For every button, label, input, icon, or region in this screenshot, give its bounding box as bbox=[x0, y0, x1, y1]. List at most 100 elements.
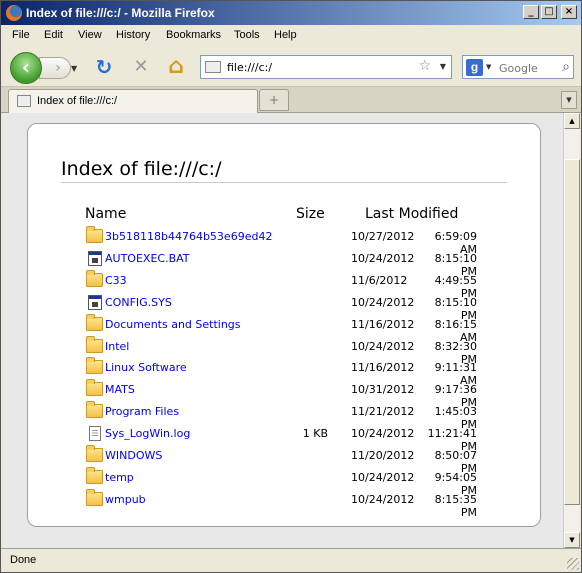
search-engine-dropdown-icon[interactable]: ▼ bbox=[486, 63, 491, 71]
system-file-icon bbox=[88, 250, 102, 266]
file-date: 11/20/2012 bbox=[351, 449, 415, 462]
column-header-last-modified[interactable]: Last Modified bbox=[365, 206, 458, 222]
file-date: 10/24/2012 bbox=[351, 295, 415, 309]
menu-bookmarks[interactable]: Bookmarks bbox=[166, 29, 221, 41]
tab-label: Index of file:///c:/ bbox=[37, 95, 118, 107]
file-row: Sys_LogWin.log 1 KB 10/24/2012 11:21:41 PM bbox=[28, 425, 542, 453]
file-row: Intel 10/24/2012 8:32:30 PM bbox=[28, 335, 542, 366]
file-row: AUTOEXEC.BAT 10/24/2012 8:15:10 PM bbox=[28, 250, 542, 278]
file-date: 10/24/2012 bbox=[351, 251, 415, 265]
column-header-name[interactable]: Name bbox=[85, 206, 126, 222]
file-date: 10/24/2012 bbox=[351, 339, 415, 353]
new-tab-button[interactable]: + bbox=[259, 89, 289, 111]
menu-view[interactable]: View bbox=[78, 29, 102, 41]
window-title: Index of file:///c:/ - Mozilla Firefox bbox=[26, 6, 215, 20]
history-dropdown-icon[interactable]: ▼ bbox=[71, 64, 77, 73]
file-link[interactable]: Program Files bbox=[105, 405, 179, 418]
folder-icon bbox=[86, 379, 103, 397]
file-row: temp 10/24/2012 9:54:05 PM bbox=[28, 466, 542, 497]
url-input[interactable] bbox=[227, 59, 407, 75]
content-area: Index of file:///c:/ Name Size Last Modi… bbox=[4, 113, 563, 548]
home-icon[interactable]: ⌂ bbox=[164, 55, 188, 79]
file-date: 10/27/2012 bbox=[351, 230, 415, 243]
file-row: Linux Software 11/16/2012 9:11:31 AM bbox=[28, 357, 542, 387]
bookmark-star-icon[interactable]: ☆ bbox=[418, 58, 431, 74]
file-date: 11/16/2012 bbox=[351, 361, 415, 375]
reload-icon[interactable]: ↻ bbox=[92, 55, 116, 79]
search-bar[interactable]: g ▼ ⌕ bbox=[462, 55, 574, 79]
url-dropdown-icon[interactable]: ▼ bbox=[440, 62, 446, 71]
system-file-icon bbox=[88, 294, 102, 310]
search-input[interactable] bbox=[499, 60, 555, 76]
back-button[interactable]: ‹ bbox=[10, 52, 42, 84]
file-date: 10/24/2012 bbox=[351, 470, 415, 484]
navigation-toolbar: › ‹ ▼ ↻ ✕ ⌂ ☆ ▼ g ▼ ⌕ bbox=[1, 45, 581, 87]
scroll-thumb[interactable] bbox=[564, 159, 580, 505]
file-row: MATS 10/31/2012 9:17:36 PM bbox=[28, 379, 542, 409]
url-bar[interactable]: ☆ ▼ bbox=[200, 55, 452, 79]
file-link[interactable]: 3b518118b44764b53e69ed42 bbox=[105, 230, 272, 243]
maximize-button[interactable]: □ bbox=[541, 5, 557, 19]
file-date: 11/16/2012 bbox=[351, 317, 415, 331]
menu-help[interactable]: Help bbox=[274, 29, 297, 41]
file-row: Program Files 11/21/2012 1:45:03 PM bbox=[28, 401, 542, 431]
file-date: 11/6/2012 bbox=[351, 273, 408, 287]
plus-icon: + bbox=[268, 93, 280, 107]
file-link[interactable]: WINDOWS bbox=[105, 449, 162, 462]
scroll-up-arrow[interactable]: ▲ bbox=[564, 113, 580, 129]
text-file-icon bbox=[89, 426, 101, 442]
browser-window: Index of file:///c:/ - Mozilla Firefox _… bbox=[0, 0, 582, 573]
search-icon[interactable]: ⌕ bbox=[562, 59, 570, 75]
file-link[interactable]: wmpub bbox=[105, 493, 146, 506]
back-arrow-icon: ‹ bbox=[21, 55, 31, 79]
directory-listing: Index of file:///c:/ Name Size Last Modi… bbox=[27, 123, 541, 527]
file-link[interactable]: CONFIG.SYS bbox=[105, 296, 172, 309]
file-link[interactable]: C33 bbox=[105, 274, 127, 287]
file-link[interactable]: Documents and Settings bbox=[105, 318, 241, 331]
column-header-size[interactable]: Size bbox=[296, 206, 325, 222]
file-size: 1 KB bbox=[302, 427, 328, 441]
tab-bar: Index of file:///c:/ + ▼ bbox=[1, 87, 581, 113]
forward-button[interactable]: › bbox=[39, 57, 71, 79]
file-link[interactable]: temp bbox=[105, 471, 134, 484]
file-link[interactable]: MATS bbox=[105, 383, 135, 396]
folder-icon bbox=[86, 401, 103, 419]
menu-edit[interactable]: Edit bbox=[44, 29, 63, 41]
close-button[interactable]: × bbox=[561, 5, 577, 19]
file-row: wmpub 10/24/2012 8:15:35 PM bbox=[28, 488, 542, 519]
menu-history[interactable]: History bbox=[116, 29, 150, 41]
file-row: CONFIG.SYS 10/24/2012 8:15:10 PM bbox=[28, 294, 542, 322]
vertical-scrollbar[interactable]: ▲ ▼ bbox=[563, 113, 580, 548]
file-row: C33 11/6/2012 4:49:55 PM bbox=[28, 269, 542, 300]
page-icon bbox=[205, 61, 221, 73]
file-date: 10/24/2012 bbox=[351, 492, 415, 506]
folder-icon bbox=[86, 335, 103, 353]
file-link[interactable]: Linux Software bbox=[105, 361, 187, 374]
tab-index-of-c[interactable]: Index of file:///c:/ bbox=[8, 89, 258, 113]
file-link[interactable]: Intel bbox=[105, 340, 129, 353]
folder-icon bbox=[86, 445, 103, 462]
minimize-button[interactable]: _ bbox=[523, 5, 539, 19]
status-text: Done bbox=[10, 554, 37, 566]
search-engine-icon[interactable]: g bbox=[466, 59, 483, 76]
firefox-icon bbox=[6, 5, 22, 21]
resize-grip[interactable] bbox=[567, 558, 579, 570]
folder-icon bbox=[86, 488, 103, 506]
forward-arrow-icon: › bbox=[55, 60, 61, 76]
file-row: 3b518118b44764b53e69ed42 10/27/2012 6:59:0… bbox=[28, 226, 542, 256]
menu-file[interactable]: File bbox=[12, 29, 30, 41]
list-all-tabs-button[interactable]: ▼ bbox=[561, 91, 577, 109]
file-link[interactable]: Sys_LogWin.log bbox=[105, 427, 190, 440]
menu-tools[interactable]: Tools bbox=[234, 29, 260, 41]
file-link[interactable]: AUTOEXEC.BAT bbox=[105, 252, 190, 265]
folder-icon bbox=[86, 357, 103, 375]
file-date: 11/21/2012 bbox=[351, 405, 415, 419]
file-time: 8:15:35 PM bbox=[434, 492, 477, 519]
scroll-down-arrow[interactable]: ▼ bbox=[564, 532, 580, 548]
status-bar: Done bbox=[1, 548, 581, 572]
page-title: Index of file:///c:/ bbox=[61, 158, 507, 183]
page-icon bbox=[17, 95, 31, 107]
title-bar[interactable]: Index of file:///c:/ - Mozilla Firefox _… bbox=[1, 1, 581, 25]
stop-icon[interactable]: ✕ bbox=[129, 55, 153, 79]
file-date: 10/31/2012 bbox=[351, 383, 415, 397]
